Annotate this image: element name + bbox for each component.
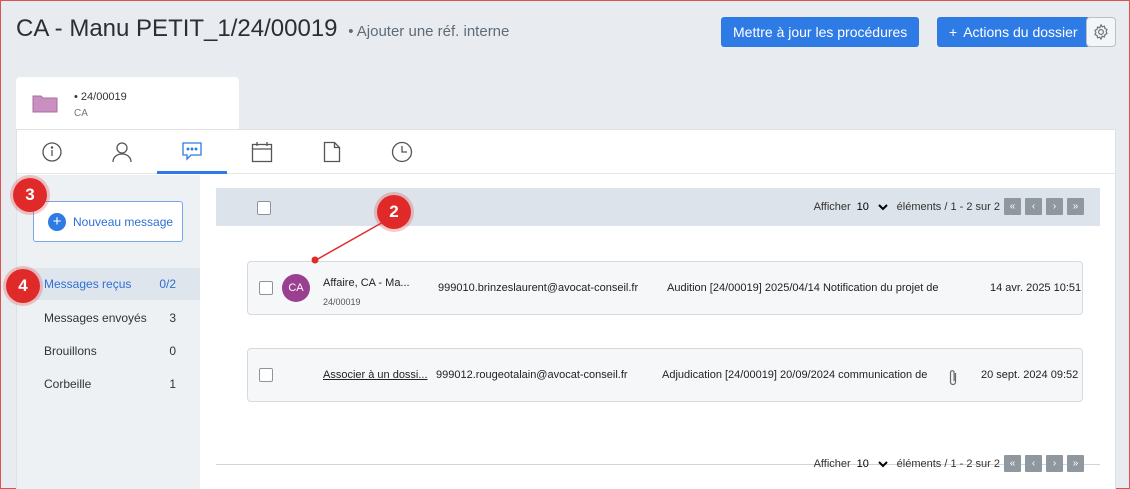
next-page-button[interactable]: › bbox=[1046, 198, 1063, 215]
folder-icon bbox=[32, 95, 58, 113]
list-toolbar: Afficher 10 éléments / 1 - 2 sur 2 « ‹ ›… bbox=[216, 188, 1100, 226]
first-page-button[interactable]: « bbox=[1004, 455, 1021, 472]
dossier-title: CA - Manu PETIT_1/24/00019 bbox=[16, 15, 338, 42]
update-procedures-label: Mettre à jour les procédures bbox=[733, 24, 908, 40]
tab-calendar[interactable] bbox=[227, 130, 297, 174]
main-panel: + Nouveau message Messages reçus 0/2 Mes… bbox=[16, 129, 1117, 489]
plus-circle-icon: + bbox=[48, 212, 66, 231]
new-message-label: Nouveau message bbox=[73, 214, 174, 229]
message-row[interactable]: Associer à un dossi... 999012.rougeotala… bbox=[247, 348, 1083, 402]
show-label: Afficher bbox=[813, 457, 851, 470]
calendar-icon bbox=[251, 142, 273, 163]
message-subject: Adjudication [24/00019] 20/09/2024 commu… bbox=[662, 369, 928, 381]
associate-dossier-link[interactable]: Associer à un dossi... bbox=[323, 369, 428, 381]
folder-label: Messages envoyés bbox=[44, 311, 147, 325]
message-sender: Affaire, CA - Ma... bbox=[323, 277, 410, 289]
info-icon bbox=[42, 142, 62, 162]
folder-drafts[interactable]: Brouillons 0 bbox=[17, 335, 200, 367]
page-title: CA - Manu PETIT_1/24/00019 • Ajouter une… bbox=[16, 15, 509, 43]
document-icon bbox=[323, 141, 341, 163]
folder-count: 0 bbox=[169, 344, 176, 358]
last-page-button[interactable]: » bbox=[1067, 198, 1084, 215]
plus-icon: + bbox=[949, 24, 958, 40]
prev-page-button[interactable]: ‹ bbox=[1025, 198, 1042, 215]
folder-sent[interactable]: Messages envoyés 3 bbox=[17, 302, 200, 334]
message-ref: 24/00019 bbox=[323, 297, 361, 307]
annotation-marker: 3 bbox=[13, 178, 47, 212]
first-page-button[interactable]: « bbox=[1004, 198, 1021, 215]
tab-history[interactable] bbox=[367, 130, 437, 174]
user-icon bbox=[112, 142, 132, 163]
chat-icon bbox=[182, 141, 202, 161]
folder-count: 0/2 bbox=[159, 277, 176, 291]
select-all-checkbox[interactable] bbox=[257, 201, 271, 215]
elements-label: éléments / 1 - 2 sur 2 bbox=[896, 457, 1000, 470]
show-label: Afficher bbox=[813, 200, 851, 213]
folder-count: 3 bbox=[169, 311, 176, 325]
elements-label: éléments / 1 - 2 sur 2 bbox=[896, 200, 1000, 213]
settings-button[interactable] bbox=[1086, 17, 1116, 47]
tab-info[interactable] bbox=[17, 130, 87, 174]
update-procedures-button[interactable]: Mettre à jour les procédures bbox=[721, 17, 920, 47]
message-row[interactable]: CA Affaire, CA - Ma... 24/00019 999010.b… bbox=[247, 261, 1083, 315]
paperclip-icon bbox=[949, 370, 957, 386]
list-footer: Afficher 10 éléments / 1 - 2 sur 2 « ‹ ›… bbox=[216, 445, 1100, 483]
message-email: 999010.brinzeslaurent@avocat-conseil.fr bbox=[438, 282, 639, 294]
tab-contacts[interactable] bbox=[87, 130, 157, 174]
page-size-select[interactable]: 10 bbox=[852, 456, 891, 471]
last-page-button[interactable]: » bbox=[1067, 455, 1084, 472]
folder-label: Corbeille bbox=[44, 377, 92, 391]
avatar: CA bbox=[282, 274, 310, 302]
message-email: 999012.rougeotalain@avocat-conseil.fr bbox=[436, 369, 628, 381]
message-date: 14 avr. 2025 10:51 bbox=[990, 282, 1082, 294]
message-date: 20 sept. 2024 09:52 bbox=[981, 369, 1079, 381]
dossier-card[interactable]: • 24/00019 CA bbox=[16, 77, 239, 131]
folder-inbox[interactable]: Messages reçus 0/2 bbox=[17, 268, 200, 300]
page-size-select[interactable]: 10 bbox=[852, 199, 891, 214]
pagination: Afficher 10 éléments / 1 - 2 sur 2 « ‹ ›… bbox=[814, 455, 1084, 472]
prev-page-button[interactable]: ‹ bbox=[1025, 455, 1042, 472]
dossier-actions-button[interactable]: + Actions du dossier bbox=[937, 17, 1090, 47]
message-subject: Audition [24/00019] 2025/04/14 Notificat… bbox=[667, 282, 939, 294]
annotation-marker: 4 bbox=[6, 269, 40, 303]
folder-label: Brouillons bbox=[44, 344, 97, 358]
message-sidebar: + Nouveau message Messages reçus 0/2 Mes… bbox=[17, 175, 200, 489]
new-message-button[interactable]: + Nouveau message bbox=[33, 201, 183, 242]
clock-icon bbox=[391, 141, 413, 163]
row-checkbox[interactable] bbox=[259, 368, 273, 382]
gear-icon bbox=[1094, 23, 1108, 41]
dossier-number: • 24/00019 bbox=[74, 91, 127, 103]
tab-documents[interactable] bbox=[297, 130, 367, 174]
annotation-marker: 2 bbox=[377, 195, 411, 229]
folder-label: Messages reçus bbox=[44, 277, 132, 291]
next-page-button[interactable]: › bbox=[1046, 455, 1063, 472]
tab-messages[interactable] bbox=[157, 130, 227, 174]
row-checkbox[interactable] bbox=[259, 281, 273, 295]
pagination: Afficher 10 éléments / 1 - 2 sur 2 « ‹ ›… bbox=[814, 198, 1084, 215]
add-internal-ref-link[interactable]: • Ajouter une réf. interne bbox=[348, 23, 509, 40]
folder-count: 1 bbox=[169, 377, 176, 391]
tab-bar bbox=[17, 130, 1117, 174]
folder-trash[interactable]: Corbeille 1 bbox=[17, 368, 200, 400]
dossier-actions-label: Actions du dossier bbox=[963, 24, 1078, 40]
dossier-category: CA bbox=[74, 108, 88, 119]
